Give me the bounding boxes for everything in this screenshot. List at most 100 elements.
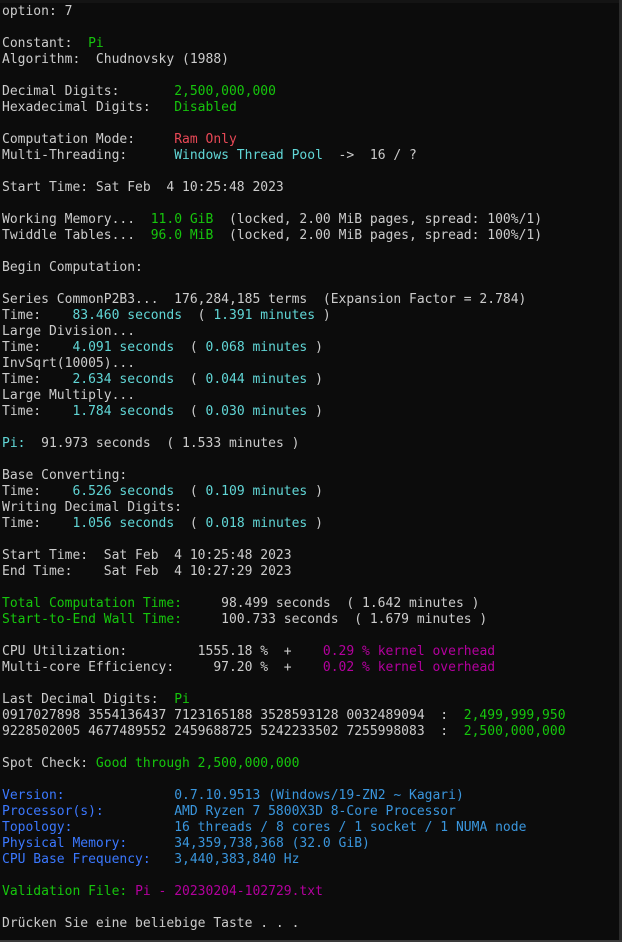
console-text: )	[307, 516, 323, 531]
console-text: Multi-core Efficiency: 97.20 % +	[2, 660, 323, 675]
console-text: Windows Thread Pool	[174, 148, 323, 163]
console-line: Computation Mode: Ram Only	[2, 132, 622, 148]
console-line: Validation File: Pi - 20230204-102729.tx…	[2, 884, 622, 900]
console-text: Time:	[2, 516, 73, 531]
console-text: Constant:	[2, 36, 89, 51]
console-text: Series CommonP2B3... 176,284,185 terms (…	[2, 292, 527, 307]
console-text: Last Decimal Digits:	[2, 692, 175, 707]
console-window[interactable]: option: 7 Constant: Pi Algorithm: Chudnovs…	[0, 0, 622, 942]
console-text: 0.044 minutes	[205, 372, 308, 387]
console-text: Good through 2,500,000,000	[95, 756, 300, 771]
console-line: Version: 0.7.10.9513 (Windows/19-ZN2 ~ K…	[2, 788, 622, 804]
console-line: Time: 1.784 seconds ( 0.030 minutes )	[2, 404, 622, 420]
console-text: Pi:	[2, 436, 26, 451]
console-text: 2.634 seconds	[72, 372, 175, 387]
console-text: Working Memory...	[2, 212, 151, 227]
console-text: )	[307, 484, 323, 499]
console-text: option: 7	[2, 4, 73, 19]
console-text: 2,500,000,000	[174, 84, 276, 99]
console-text: Time:	[2, 372, 73, 387]
console-text: Physical Memory:	[2, 836, 128, 851]
console-line: Time: 6.526 seconds ( 0.109 minutes )	[2, 484, 622, 500]
console-text: 9228502005 4677489552 2459688725 5242233…	[2, 724, 464, 739]
console-text: Start-to-End Wall Time:	[2, 612, 183, 627]
console-line: 0917027898 3554136437 7123165188 3528593…	[2, 708, 622, 724]
console-text: Spot Check:	[2, 756, 96, 771]
console-text: Decimal Digits:	[2, 84, 175, 99]
console-text: 98.499 seconds ( 1.642 minutes )	[182, 596, 480, 611]
console-text: CPU Utilization: 1555.18 % +	[2, 644, 323, 659]
console-text: Processor(s):	[2, 804, 104, 819]
console-text: Pi	[174, 692, 190, 707]
console-text: 3,440,383,840 Hz	[150, 852, 300, 867]
console-text: Topology:	[2, 820, 73, 835]
console-text: 100.733 seconds ( 1.679 minutes )	[182, 612, 488, 627]
console-text: End Time: Sat Feb 4 10:27:29 2023	[2, 564, 292, 579]
console-text: 1.056 seconds	[72, 516, 175, 531]
console-text: Validation File:	[2, 884, 136, 899]
console-line: Begin Computation:	[2, 260, 622, 276]
console-line: Drücken Sie eine beliebige Taste . . .	[2, 916, 622, 932]
console-text: (	[174, 484, 206, 499]
console-text: 0.02 % kernel overhead	[322, 660, 496, 675]
console-line: Constant: Pi	[2, 36, 622, 52]
console-text: 0.7.10.9513 (Windows/19-ZN2 ~ Kagari)	[64, 788, 464, 803]
console-text: Disabled	[174, 100, 237, 115]
console-text: Total Computation Time:	[2, 596, 183, 611]
console-text: CPU Base Frequency:	[2, 852, 151, 867]
console-line: Hexadecimal Digits: Disabled	[2, 100, 622, 116]
console-text: 0.29 % kernel overhead	[322, 644, 496, 659]
console-text: Large Multiply...	[2, 388, 136, 403]
console-line: End Time: Sat Feb 4 10:27:29 2023	[2, 564, 622, 580]
console-line: CPU Utilization: 1555.18 % + 0.29 % kern…	[2, 644, 622, 660]
console-text: (	[174, 404, 206, 419]
console-text: Drücken Sie eine beliebige Taste . . .	[2, 916, 300, 931]
console-text: 0.068 minutes	[205, 340, 308, 355]
console-text: 91.973 seconds ( 1.533 minutes )	[25, 436, 300, 451]
console-text: 0.109 minutes	[205, 484, 308, 499]
console-text: Start Time: Sat Feb 4 10:25:48 2023	[2, 180, 284, 195]
console-line: Time: 4.091 seconds ( 0.068 minutes )	[2, 340, 622, 356]
console-line: Algorithm: Chudnovsky (1988)	[2, 52, 622, 68]
console-line: Series CommonP2B3... 176,284,185 terms (…	[2, 292, 622, 308]
console-text: (locked, 2.00 MiB pages, spread: 100%/1)	[213, 228, 543, 243]
console-text: Time:	[2, 404, 73, 419]
console-line: Time: 1.056 seconds ( 0.018 minutes )	[2, 516, 622, 532]
console-text: InvSqrt(10005)...	[2, 356, 136, 371]
console-text: Twiddle Tables...	[2, 228, 151, 243]
console-text: Base Converting:	[2, 468, 128, 483]
console-text: (	[174, 340, 206, 355]
console-text: Start Time: Sat Feb 4 10:25:48 2023	[2, 548, 292, 563]
console-text: 96.0 MiB	[150, 228, 214, 243]
console-line: Last Decimal Digits: Pi	[2, 692, 622, 708]
console-line: Start Time: Sat Feb 4 10:25:48 2023	[2, 180, 622, 196]
console-text: 1.391 minutes	[213, 308, 316, 323]
console-text: Multi-Threading:	[2, 148, 175, 163]
console-text: (	[174, 516, 206, 531]
console-text: Algorithm: Chudnovsky (1988)	[2, 52, 229, 67]
console-line: Start Time: Sat Feb 4 10:25:48 2023	[2, 548, 622, 564]
console-output: option: 7 Constant: Pi Algorithm: Chudnovs…	[2, 4, 622, 932]
console-text: Time:	[2, 308, 73, 323]
console-text: Pi - 20230204-102729.txt	[135, 884, 323, 899]
console-text: AMD Ryzen 7 5800X3D 8-Core Processor	[103, 804, 456, 819]
console-text: )	[307, 372, 323, 387]
console-text: 0.030 minutes	[205, 404, 308, 419]
console-text: 1.784 seconds	[72, 404, 175, 419]
console-text: )	[307, 404, 323, 419]
console-text: Time:	[2, 340, 73, 355]
console-line: Large Division...	[2, 324, 622, 340]
console-line: Physical Memory: 34,359,738,368 (32.0 Gi…	[2, 836, 622, 852]
console-text: 83.460 seconds	[72, 308, 183, 323]
